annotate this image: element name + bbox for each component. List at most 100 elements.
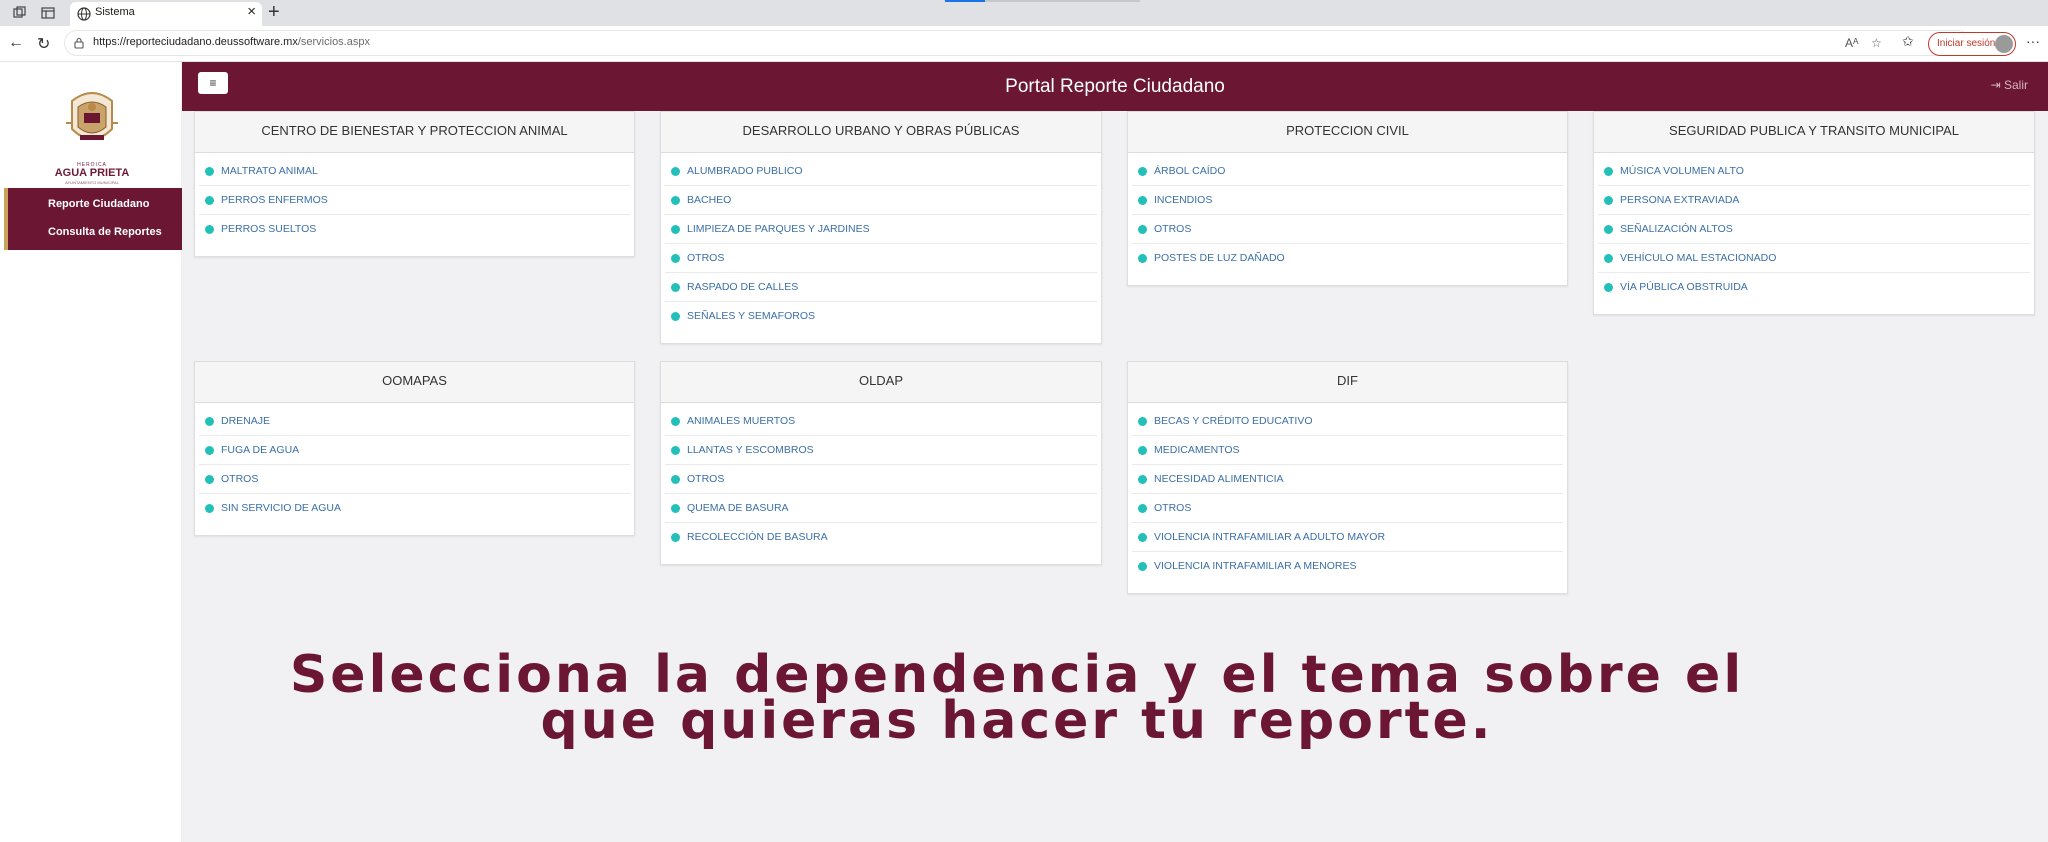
topic-item[interactable]: VEHÍCULO MAL ESTACIONADO [1598,244,2030,273]
dependency-card: OOMAPAS DRENAJE FUGA DE AGUA OTROS SIN SERVI… [194,361,635,536]
topic-item[interactable]: SIN SERVICIO DE AGUA [199,494,630,523]
topic-link[interactable]: SEÑALIZACIÓN ALTOS [1620,223,1733,235]
instruction-caption: Selecciona la dependencia y el tema sobr… [182,649,1852,747]
topic-link[interactable]: PERROS SUELTOS [221,223,316,235]
topic-item[interactable]: LIMPIEZA DE PARQUES Y JARDINES [665,215,1097,244]
topic-item[interactable]: RECOLECCIÓN DE BASURA [665,523,1097,552]
topic-link[interactable]: DRENAJE [221,415,270,427]
read-aloud-icon[interactable]: Aᴬ [1845,36,1858,50]
card-title: PROTECCION CIVIL [1128,112,1567,153]
signin-label: Iniciar sesión [1937,38,1996,49]
topic-link[interactable]: NECESIDAD ALIMENTICIA [1154,473,1284,485]
topic-item[interactable]: ANIMALES MUERTOS [665,407,1097,436]
topic-link[interactable]: OTROS [687,473,724,485]
topic-item[interactable]: VÍA PÚBLICA OBSTRUIDA [1598,273,2030,302]
topic-link[interactable]: MEDICAMENTOS [1154,444,1240,456]
topic-item[interactable]: SEÑALIZACIÓN ALTOS [1598,215,2030,244]
refresh-icon[interactable]: ↻ [37,34,50,54]
topic-link[interactable]: VÍA PÚBLICA OBSTRUIDA [1620,281,1748,293]
topic-list: BECAS Y CRÉDITO EDUCATIVO MEDICAMENTOS NEC… [1128,403,1567,581]
topic-item[interactable]: POSTES DE LUZ DAÑADO [1132,244,1563,273]
topic-link[interactable]: MÚSICA VOLUMEN ALTO [1620,165,1744,177]
dependency-card: OLDAP ANIMALES MUERTOS LLANTAS Y ESCOMBROS… [660,361,1102,565]
topic-link[interactable]: ANIMALES MUERTOS [687,415,795,427]
topic-link[interactable]: OTROS [1154,502,1191,514]
topic-link[interactable]: POSTES DE LUZ DAÑADO [1154,252,1285,264]
topic-link[interactable]: SIN SERVICIO DE AGUA [221,502,341,514]
topic-item[interactable]: DRENAJE [199,407,630,436]
topic-item[interactable]: BECAS Y CRÉDITO EDUCATIVO [1132,407,1563,436]
topic-item[interactable]: SEÑALES Y SEMAFOROS [665,302,1097,331]
topic-item[interactable]: INCENDIOS [1132,186,1563,215]
topic-link[interactable]: LLANTAS Y ESCOMBROS [687,444,814,456]
topic-item[interactable]: VIOLENCIA INTRAFAMILIAR A MENORES [1132,552,1563,581]
topic-link[interactable]: QUEMA DE BASURA [687,502,789,514]
close-tab-icon[interactable]: × [247,3,256,20]
topic-item[interactable]: QUEMA DE BASURA [665,494,1097,523]
topic-link[interactable]: ALUMBRADO PUBLICO [687,165,803,177]
bullet-icon [671,504,680,513]
url-input[interactable]: https://reporteciudadano.deussoftware.mx… [64,30,1971,56]
topic-link[interactable]: VEHÍCULO MAL ESTACIONADO [1620,252,1776,264]
lock-icon[interactable] [73,37,85,49]
topic-link[interactable]: ÁRBOL CAÍDO [1154,165,1225,177]
bullet-icon [1604,254,1613,263]
sidebar-item-reporte-ciudadano[interactable]: Reporte Ciudadano [48,198,149,210]
topic-link[interactable]: FUGA DE AGUA [221,444,299,456]
tab-actions-icon[interactable] [40,5,56,21]
topic-link[interactable]: VIOLENCIA INTRAFAMILIAR A ADULTO MAYOR [1154,531,1385,543]
bullet-icon [205,475,214,484]
topic-item[interactable]: ÁRBOL CAÍDO [1132,157,1563,186]
topic-link[interactable]: PERROS ENFERMOS [221,194,328,206]
dependency-card: PROTECCION CIVIL ÁRBOL CAÍDO INCENDIOS OTRO… [1127,111,1568,286]
topic-item[interactable]: OTROS [665,465,1097,494]
topic-item[interactable]: BACHEO [665,186,1097,215]
topic-item[interactable]: OTROS [1132,215,1563,244]
topic-item[interactable]: VIOLENCIA INTRAFAMILIAR A ADULTO MAYOR [1132,523,1563,552]
topic-link[interactable]: RASPADO DE CALLES [687,281,798,293]
topic-item[interactable]: MÚSICA VOLUMEN ALTO [1598,157,2030,186]
topic-item[interactable]: MALTRATO ANIMAL [199,157,630,186]
topic-item[interactable]: ALUMBRADO PUBLICO [665,157,1097,186]
topic-item[interactable]: MEDICAMENTOS [1132,436,1563,465]
topic-link[interactable]: LIMPIEZA DE PARQUES Y JARDINES [687,223,870,235]
browser-tab[interactable]: Sistema × [70,2,262,26]
topic-item[interactable]: LLANTAS Y ESCOMBROS [665,436,1097,465]
topic-link[interactable]: BACHEO [687,194,731,206]
bullet-icon [205,167,214,176]
topic-link[interactable]: OTROS [221,473,258,485]
topic-item[interactable]: OTROS [1132,494,1563,523]
bullet-icon [1138,533,1147,542]
bullet-icon [671,196,680,205]
signin-button[interactable]: Iniciar sesión [1928,32,2016,56]
topic-item[interactable]: OTROS [199,465,630,494]
sidebar-menu: Reporte Ciudadano Consulta de Reportes [4,188,182,250]
logout-button[interactable]: ⇥ Salir [1991,78,2028,92]
more-icon[interactable]: ··· [2026,33,2040,49]
sidebar-item-consulta-reportes[interactable]: Consulta de Reportes [48,226,162,238]
topic-item[interactable]: NECESIDAD ALIMENTICIA [1132,465,1563,494]
topic-link[interactable]: OTROS [687,252,724,264]
topic-link[interactable]: SEÑALES Y SEMAFOROS [687,310,815,322]
bullet-icon [1138,417,1147,426]
topic-link[interactable]: PERSONA EXTRAVIADA [1620,194,1739,206]
topic-link[interactable]: OTROS [1154,223,1191,235]
topic-item[interactable]: OTROS [665,244,1097,273]
topic-link[interactable]: VIOLENCIA INTRAFAMILIAR A MENORES [1154,560,1356,572]
url-text: https://reporteciudadano.deussoftware.mx… [93,36,370,48]
topic-link[interactable]: BECAS Y CRÉDITO EDUCATIVO [1154,415,1313,427]
favorite-icon[interactable]: ☆ [1871,36,1882,50]
topic-link[interactable]: RECOLECCIÓN DE BASURA [687,531,828,543]
workspaces-icon[interactable] [12,5,28,21]
back-icon[interactable]: ← [8,34,24,52]
topic-item[interactable]: PERROS ENFERMOS [199,186,630,215]
topic-link[interactable]: INCENDIOS [1154,194,1212,206]
topic-item[interactable]: RASPADO DE CALLES [665,273,1097,302]
topic-item[interactable]: FUGA DE AGUA [199,436,630,465]
new-tab-icon[interactable]: + [268,1,280,23]
topic-link[interactable]: MALTRATO ANIMAL [221,165,318,177]
bullet-icon [671,417,680,426]
topic-item[interactable]: PERSONA EXTRAVIADA [1598,186,2030,215]
topic-item[interactable]: PERROS SUELTOS [199,215,630,244]
collections-icon[interactable]: ✩ [1902,33,1914,50]
